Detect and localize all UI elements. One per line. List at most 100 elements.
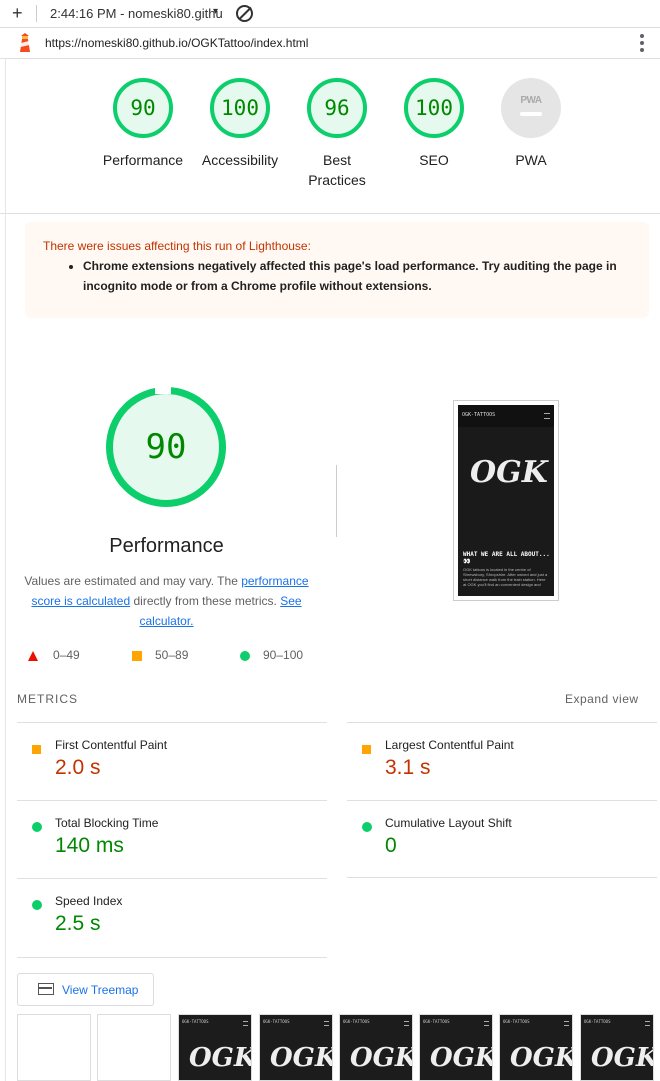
screenshot-body: OGK tattoos is located in the centre of … (463, 567, 548, 587)
average-icon (132, 650, 142, 664)
frame-label: OGK-TATTOOS (423, 1019, 450, 1024)
gauge-score: 96 (307, 78, 367, 138)
menu-icon (544, 413, 550, 419)
note-text: directly from these metrics. (130, 594, 281, 608)
frame-brand: OGK (350, 1043, 413, 1073)
pass-icon (362, 819, 372, 837)
frame-label: OGK-TATTOOS (263, 1019, 290, 1024)
clear-icon[interactable] (236, 5, 253, 22)
gauge-label: SEO (419, 152, 449, 168)
frame-brand: OGK (270, 1043, 333, 1073)
view-treemap-label: View Treemap (62, 983, 139, 997)
warning-list: Chrome extensions negatively affected th… (65, 256, 643, 296)
pass-icon (32, 897, 42, 915)
gauge-seo[interactable]: 100 SEO (384, 78, 484, 170)
warning-heading: There were issues affecting this run of … (43, 239, 311, 253)
filmstrip-frame: OGK-TATTOOS OGK (259, 1014, 333, 1081)
category-gauges: 90 Performance 100 Accessibility 96 Best… (0, 58, 660, 214)
metric-fcp[interactable]: First Contentful Paint 2.0 s (17, 722, 327, 801)
filmstrip-frame (97, 1014, 171, 1081)
metric-name: Cumulative Layout Shift (385, 816, 512, 830)
legend-range: 0–49 (53, 648, 80, 662)
metric-name: Largest Contentful Paint (385, 738, 514, 752)
screenshot-nav: OGK-TATTOOS (458, 405, 554, 427)
menu-icon (645, 1021, 650, 1026)
screenshot-about: WHAT WE ARE ALL ABOUT... 👀 (463, 551, 550, 565)
metric-tbt[interactable]: Total Blocking Time 140 ms (17, 800, 327, 879)
performance-title: Performance (109, 535, 224, 557)
treemap-icon (38, 983, 54, 995)
expand-view-toggle[interactable]: Expand view (565, 692, 639, 706)
metric-value: 140 ms (55, 834, 124, 857)
frame-brand: OGK (510, 1043, 573, 1073)
legend-range: 50–89 (155, 648, 189, 662)
filmstrip-frame: OGK-TATTOOS OGK (178, 1014, 252, 1081)
frame-brand: OGK (430, 1043, 493, 1073)
gauge-label: PWA (515, 152, 547, 168)
final-screenshot[interactable]: OGK-TATTOOS OGK WHAT WE ARE ALL ABOUT...… (453, 400, 559, 601)
run-selector[interactable]: 2:44:16 PM - nomeski80.githu (50, 6, 223, 21)
average-icon (362, 741, 371, 759)
pwa-badge-text: PWA (520, 94, 542, 106)
filmstrip-frame: OGK-TATTOOS OGK (339, 1014, 413, 1081)
metric-value: 2.0 s (55, 756, 101, 779)
frame-brand: OGK (189, 1043, 252, 1073)
gauge-label: Best Practices (308, 152, 366, 188)
filmstrip-frame: OGK-TATTOOS OGK (580, 1014, 654, 1081)
metric-cls[interactable]: Cumulative Layout Shift 0 (347, 800, 657, 879)
performance-score-gauge: 90 (106, 387, 226, 507)
filmstrip-frame: OGK-TATTOOS OGK (499, 1014, 573, 1081)
menu-icon (243, 1021, 248, 1026)
run-warnings: There were issues affecting this run of … (25, 222, 649, 318)
metric-name: First Contentful Paint (55, 738, 168, 752)
pwa-dash (520, 111, 542, 116)
view-treemap-button[interactable]: View Treemap (17, 973, 154, 1006)
performance-note: Values are estimated and may vary. The p… (20, 571, 313, 631)
report-url[interactable]: https://nomeski80.github.io/OGKTattoo/in… (45, 36, 308, 50)
gauge-score: 100 (404, 78, 464, 138)
metric-value: 3.1 s (385, 756, 431, 779)
screenshot-brand: OGK (470, 455, 548, 490)
metric-speed-index[interactable]: Speed Index 2.5 s (17, 878, 327, 958)
metric-value: 0 (385, 834, 397, 857)
menu-icon (564, 1021, 569, 1026)
gauge-label: Performance (102, 152, 184, 168)
gauge-performance[interactable]: 90 Performance (93, 78, 193, 170)
frame-label: OGK-TATTOOS (343, 1019, 370, 1024)
metrics-header: METRICS (17, 692, 78, 706)
gauge-score: 100 (210, 78, 270, 138)
divider (36, 5, 37, 22)
filmstrip: OGK-TATTOOS OGK OGK-TATTOOS OGK OGK-TATTOO… (17, 1014, 657, 1081)
gauge-best-practices[interactable]: 96 Best Practices (287, 78, 387, 190)
pass-icon (32, 819, 42, 837)
gauge-accessibility[interactable]: 100 Accessibility (190, 78, 290, 170)
filmstrip-frame (17, 1014, 91, 1081)
metric-lcp[interactable]: Largest Contentful Paint 3.1 s (347, 722, 657, 801)
metric-name: Total Blocking Time (55, 816, 159, 830)
url-bar: https://nomeski80.github.io/OGKTattoo/in… (0, 28, 660, 59)
gauge-pwa[interactable]: PWA PWA (481, 78, 581, 170)
lighthouse-logo-icon (20, 33, 30, 52)
metric-name: Speed Index (55, 894, 123, 908)
average-icon (32, 741, 41, 759)
menu-icon (324, 1021, 329, 1026)
pwa-badge-icon: PWA (501, 78, 561, 138)
gauge-score: 90 (113, 78, 173, 138)
new-report-icon[interactable]: + (12, 4, 23, 22)
frame-label: OGK-TATTOOS (584, 1019, 611, 1024)
metric-value: 2.5 s (55, 912, 101, 935)
frame-label: OGK-TATTOOS (503, 1019, 530, 1024)
frame-label: OGK-TATTOOS (182, 1019, 209, 1024)
top-bar: + 2:44:16 PM - nomeski80.githu ▾ (0, 0, 660, 28)
pass-icon (240, 650, 250, 664)
fail-icon (28, 650, 38, 664)
warning-item: Chrome extensions negatively affected th… (83, 256, 643, 296)
screenshot-nav-text: OGK-TATTOOS (462, 412, 496, 418)
divider (336, 465, 337, 537)
menu-icon (484, 1021, 489, 1026)
more-options-icon[interactable] (640, 34, 644, 55)
frame-brand: OGK (591, 1043, 654, 1073)
chevron-down-icon[interactable]: ▾ (213, 6, 218, 17)
screenshot-image: OGK-TATTOOS OGK WHAT WE ARE ALL ABOUT...… (458, 405, 554, 596)
note-text: Values are estimated and may vary. The (24, 574, 242, 588)
